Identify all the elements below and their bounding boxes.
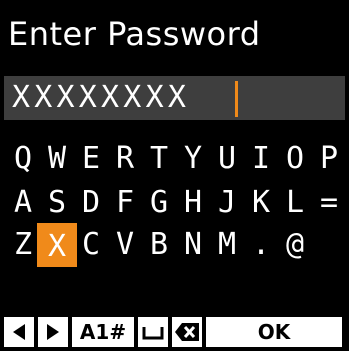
key-g[interactable]: G [144, 184, 174, 222]
key-u[interactable]: U [212, 140, 242, 178]
key-r[interactable]: R [110, 140, 140, 178]
key-e[interactable]: E [76, 140, 106, 178]
bottom-toolbar: A1# OK [0, 313, 349, 351]
key-x-selected[interactable]: X [37, 223, 77, 267]
key-i[interactable]: I [246, 140, 276, 178]
key-o[interactable]: O [280, 140, 310, 178]
key-w[interactable]: W [42, 140, 72, 178]
password-field[interactable]: XXXXXXXX [4, 76, 345, 120]
printer-screen: { "title": "Enter Password", "password":… [0, 0, 349, 351]
key-at[interactable]: @ [280, 226, 310, 264]
key-v[interactable]: V [110, 226, 140, 264]
screen-title: Enter Password [8, 15, 261, 53]
key-q[interactable]: Q [8, 140, 38, 178]
key-z[interactable]: Z [8, 226, 38, 264]
key-t[interactable]: T [144, 140, 174, 178]
key-n[interactable]: N [178, 226, 208, 264]
space-button[interactable] [138, 317, 168, 347]
cursor-right-button[interactable] [38, 317, 68, 347]
key-f[interactable]: F [110, 184, 140, 222]
input-mode-button[interactable]: A1# [72, 317, 134, 347]
ok-button[interactable]: OK [206, 317, 342, 347]
key-c[interactable]: C [76, 226, 106, 264]
space-icon [142, 327, 164, 340]
key-m[interactable]: M [212, 226, 242, 264]
right-arrow-icon [47, 324, 59, 340]
text-cursor [235, 81, 238, 117]
left-arrow-icon [13, 324, 25, 340]
password-value: XXXXXXXX [12, 80, 191, 115]
key-k[interactable]: K [246, 184, 276, 222]
key-period[interactable]: . [246, 226, 276, 264]
backspace-button[interactable] [172, 317, 202, 347]
key-a[interactable]: A [8, 184, 38, 222]
backspace-icon [175, 323, 199, 341]
key-b[interactable]: B [144, 226, 174, 264]
cursor-left-button[interactable] [4, 317, 34, 347]
key-equals[interactable]: = [314, 184, 344, 222]
key-p[interactable]: P [314, 140, 344, 178]
key-h[interactable]: H [178, 184, 208, 222]
key-d[interactable]: D [76, 184, 106, 222]
key-l[interactable]: L [280, 184, 310, 222]
key-j[interactable]: J [212, 184, 242, 222]
key-y[interactable]: Y [178, 140, 208, 178]
key-s[interactable]: S [42, 184, 72, 222]
